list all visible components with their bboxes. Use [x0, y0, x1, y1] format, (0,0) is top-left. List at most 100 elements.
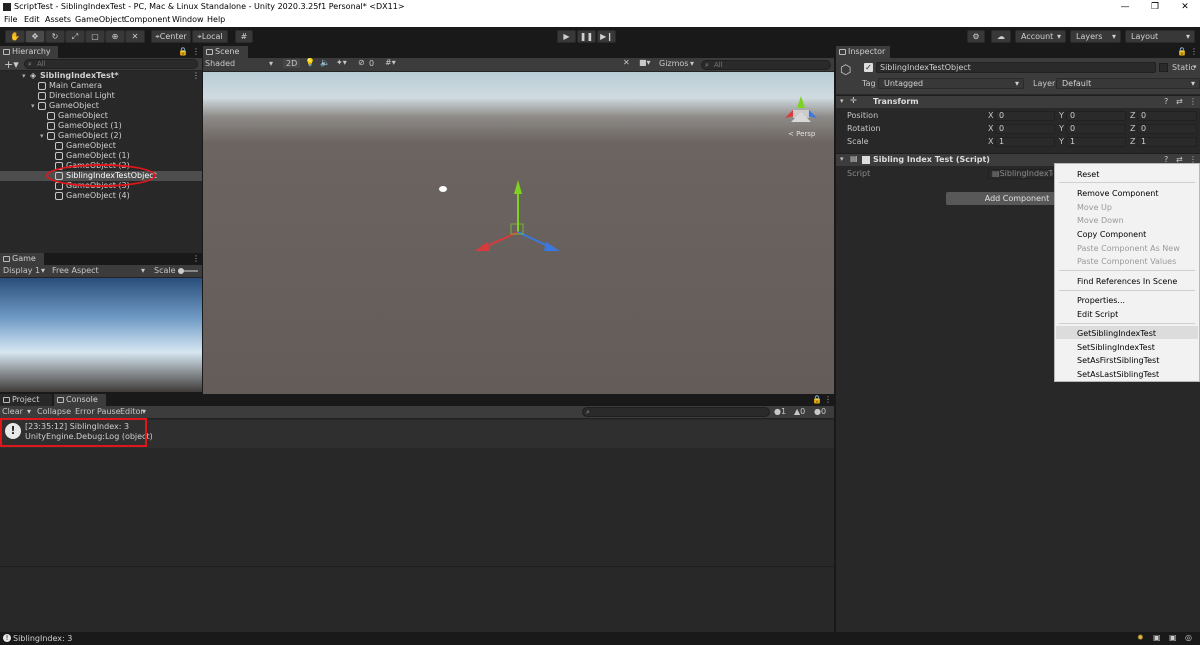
- console-search-input[interactable]: ⌕: [582, 407, 770, 417]
- menu-file[interactable]: File: [4, 15, 17, 24]
- chevron-down-icon[interactable]: ▾: [27, 407, 31, 416]
- display-dropdown[interactable]: Display 1: [3, 266, 40, 275]
- scene-kebab-icon[interactable]: ⋮: [192, 71, 200, 81]
- step-button[interactable]: ▶❙: [597, 30, 616, 43]
- menu-item-move-up[interactable]: Move Up: [1077, 203, 1112, 212]
- menu-item-set-sibling-index-test[interactable]: SetSiblingIndexTest: [1077, 343, 1155, 352]
- console-splitter[interactable]: [0, 566, 834, 567]
- menu-item-paste-as-new[interactable]: Paste Component As New: [1077, 244, 1180, 253]
- audio-icon[interactable]: 🔈: [320, 58, 330, 67]
- aspect-dropdown[interactable]: Free Aspect: [52, 266, 99, 275]
- rotate-tool-icon[interactable]: ↻: [45, 30, 65, 43]
- active-checkbox[interactable]: ✓: [864, 63, 873, 72]
- scene-viewport[interactable]: < Persp: [203, 72, 834, 394]
- effects-icon[interactable]: ✦▾: [336, 58, 347, 67]
- position-x-field[interactable]: 0: [995, 111, 1055, 121]
- account-dropdown[interactable]: Account: [1015, 30, 1066, 43]
- tab-project[interactable]: Project: [0, 394, 52, 406]
- expand-arrow-icon[interactable]: ▾: [22, 71, 26, 81]
- hierarchy-item[interactable]: GameObject (1): [0, 151, 202, 161]
- static-checkbox[interactable]: [1159, 63, 1168, 72]
- tab-inspector[interactable]: Inspector: [836, 46, 890, 58]
- menu-gameobject[interactable]: GameObject: [75, 15, 125, 24]
- grid-snap-icon[interactable]: #: [235, 30, 253, 43]
- network-status-icon[interactable]: ◎: [1185, 633, 1192, 642]
- scale-x-field[interactable]: 1: [995, 137, 1055, 147]
- lighting-icon[interactable]: 💡: [305, 58, 315, 67]
- scene-grid-icon[interactable]: #▾: [385, 58, 396, 67]
- kebab-menu-icon[interactable]: ⋮: [192, 47, 200, 56]
- foldout-arrow-icon[interactable]: ▾: [840, 97, 844, 105]
- scene-search-input[interactable]: ⌕ All: [701, 60, 831, 70]
- tools-icon[interactable]: ✕: [623, 58, 630, 67]
- lock-icon[interactable]: 🔒: [1177, 47, 1187, 56]
- scale-tool-icon[interactable]: ⤢: [65, 30, 85, 43]
- expand-arrow-icon[interactable]: ▾: [40, 131, 44, 141]
- menu-item-move-down[interactable]: Move Down: [1077, 216, 1124, 225]
- add-icon[interactable]: +▾: [4, 58, 19, 71]
- menu-item-properties[interactable]: Properties...: [1077, 296, 1125, 305]
- cloud-icon[interactable]: ☁: [991, 30, 1011, 43]
- menu-item-set-as-last-sibling-test[interactable]: SetAsLastSiblingTest: [1077, 370, 1159, 379]
- collab-icon[interactable]: ⚙: [967, 30, 985, 43]
- menu-assets[interactable]: Assets: [45, 15, 71, 24]
- enabled-checkbox[interactable]: [862, 156, 870, 164]
- hierarchy-item[interactable]: ▾ GameObject (2): [0, 131, 202, 141]
- pause-button[interactable]: ❚❚: [577, 30, 596, 43]
- tab-game[interactable]: Game: [0, 253, 44, 265]
- cache-server-icon[interactable]: ▣: [1153, 633, 1161, 642]
- presets-icon[interactable]: ⇄: [1176, 97, 1183, 106]
- lighting-status-icon[interactable]: ✹: [1137, 633, 1144, 642]
- lock-icon[interactable]: 🔒: [178, 47, 188, 56]
- tag-dropdown[interactable]: Untagged: [878, 78, 1024, 89]
- space-local-button[interactable]: ⌖Local: [192, 30, 228, 43]
- editor-dropdown[interactable]: Editor: [120, 407, 144, 416]
- menu-item-remove-component[interactable]: Remove Component: [1077, 189, 1158, 198]
- shading-dropdown[interactable]: Shaded: [205, 59, 235, 68]
- hierarchy-item[interactable]: GameObject: [0, 111, 202, 121]
- pivot-center-button[interactable]: ⌖Center: [151, 30, 191, 43]
- tab-hierarchy[interactable]: Hierarchy: [0, 46, 58, 58]
- hierarchy-item[interactable]: GameObject (4): [0, 191, 202, 201]
- kebab-menu-icon[interactable]: ⋮: [192, 254, 200, 263]
- component-kebab-icon[interactable]: ⋮: [1189, 97, 1197, 106]
- kebab-menu-icon[interactable]: ⋮: [1190, 47, 1198, 56]
- help-icon[interactable]: ?: [1164, 97, 1168, 106]
- hierarchy-item[interactable]: Directional Light: [0, 91, 202, 101]
- camera-icon[interactable]: ■▾: [639, 58, 651, 67]
- menu-edit[interactable]: Edit: [24, 15, 40, 24]
- hierarchy-item[interactable]: GameObject (1): [0, 121, 202, 131]
- menu-item-paste-values[interactable]: Paste Component Values: [1077, 257, 1176, 266]
- scale-y-field[interactable]: 1: [1066, 137, 1126, 147]
- log-count-toggle[interactable]: ●1: [774, 407, 786, 416]
- scale-slider-handle[interactable]: [178, 268, 184, 274]
- menu-help[interactable]: Help: [207, 15, 225, 24]
- hierarchy-item[interactable]: GameObject: [0, 141, 202, 151]
- menu-item-copy-component[interactable]: Copy Component: [1077, 230, 1146, 239]
- hierarchy-search-input[interactable]: ⌕ All: [24, 59, 198, 69]
- maximize-button[interactable]: ❐: [1140, 1, 1170, 13]
- layers-dropdown[interactable]: Layers: [1070, 30, 1121, 43]
- warn-count-toggle[interactable]: ▲0: [794, 407, 805, 416]
- menu-component[interactable]: Component: [124, 15, 170, 24]
- error-count-toggle[interactable]: ●0: [814, 407, 826, 416]
- tab-console[interactable]: Console: [54, 394, 106, 406]
- status-message[interactable]: SiblingIndex: 3: [13, 634, 72, 643]
- error-pause-button[interactable]: Error Pause: [75, 407, 121, 416]
- menu-item-get-sibling-index-test[interactable]: GetSiblingIndexTest: [1077, 329, 1156, 338]
- layer-dropdown[interactable]: Default: [1056, 78, 1200, 89]
- rotation-x-field[interactable]: 0: [995, 124, 1055, 134]
- object-name-field[interactable]: SiblingIndexTestObject: [876, 62, 1156, 73]
- scale-z-field[interactable]: 1: [1137, 137, 1197, 147]
- hidden-objects-icon[interactable]: ⊘: [358, 58, 365, 67]
- orientation-gizmo[interactable]: [785, 96, 817, 122]
- play-button[interactable]: ▶: [557, 30, 576, 43]
- lock-icon[interactable]: 🔒: [812, 395, 822, 404]
- collapse-button[interactable]: Collapse: [37, 407, 71, 416]
- expand-arrow-icon[interactable]: ▾: [31, 101, 35, 111]
- position-z-field[interactable]: 0: [1137, 111, 1197, 121]
- custom-tool-icon[interactable]: ✕: [125, 30, 145, 43]
- hierarchy-scene-row[interactable]: ▾ ◈ SiblingIndexTest* ⋮: [0, 71, 202, 81]
- minimize-button[interactable]: —: [1110, 1, 1140, 13]
- rotation-y-field[interactable]: 0: [1066, 124, 1126, 134]
